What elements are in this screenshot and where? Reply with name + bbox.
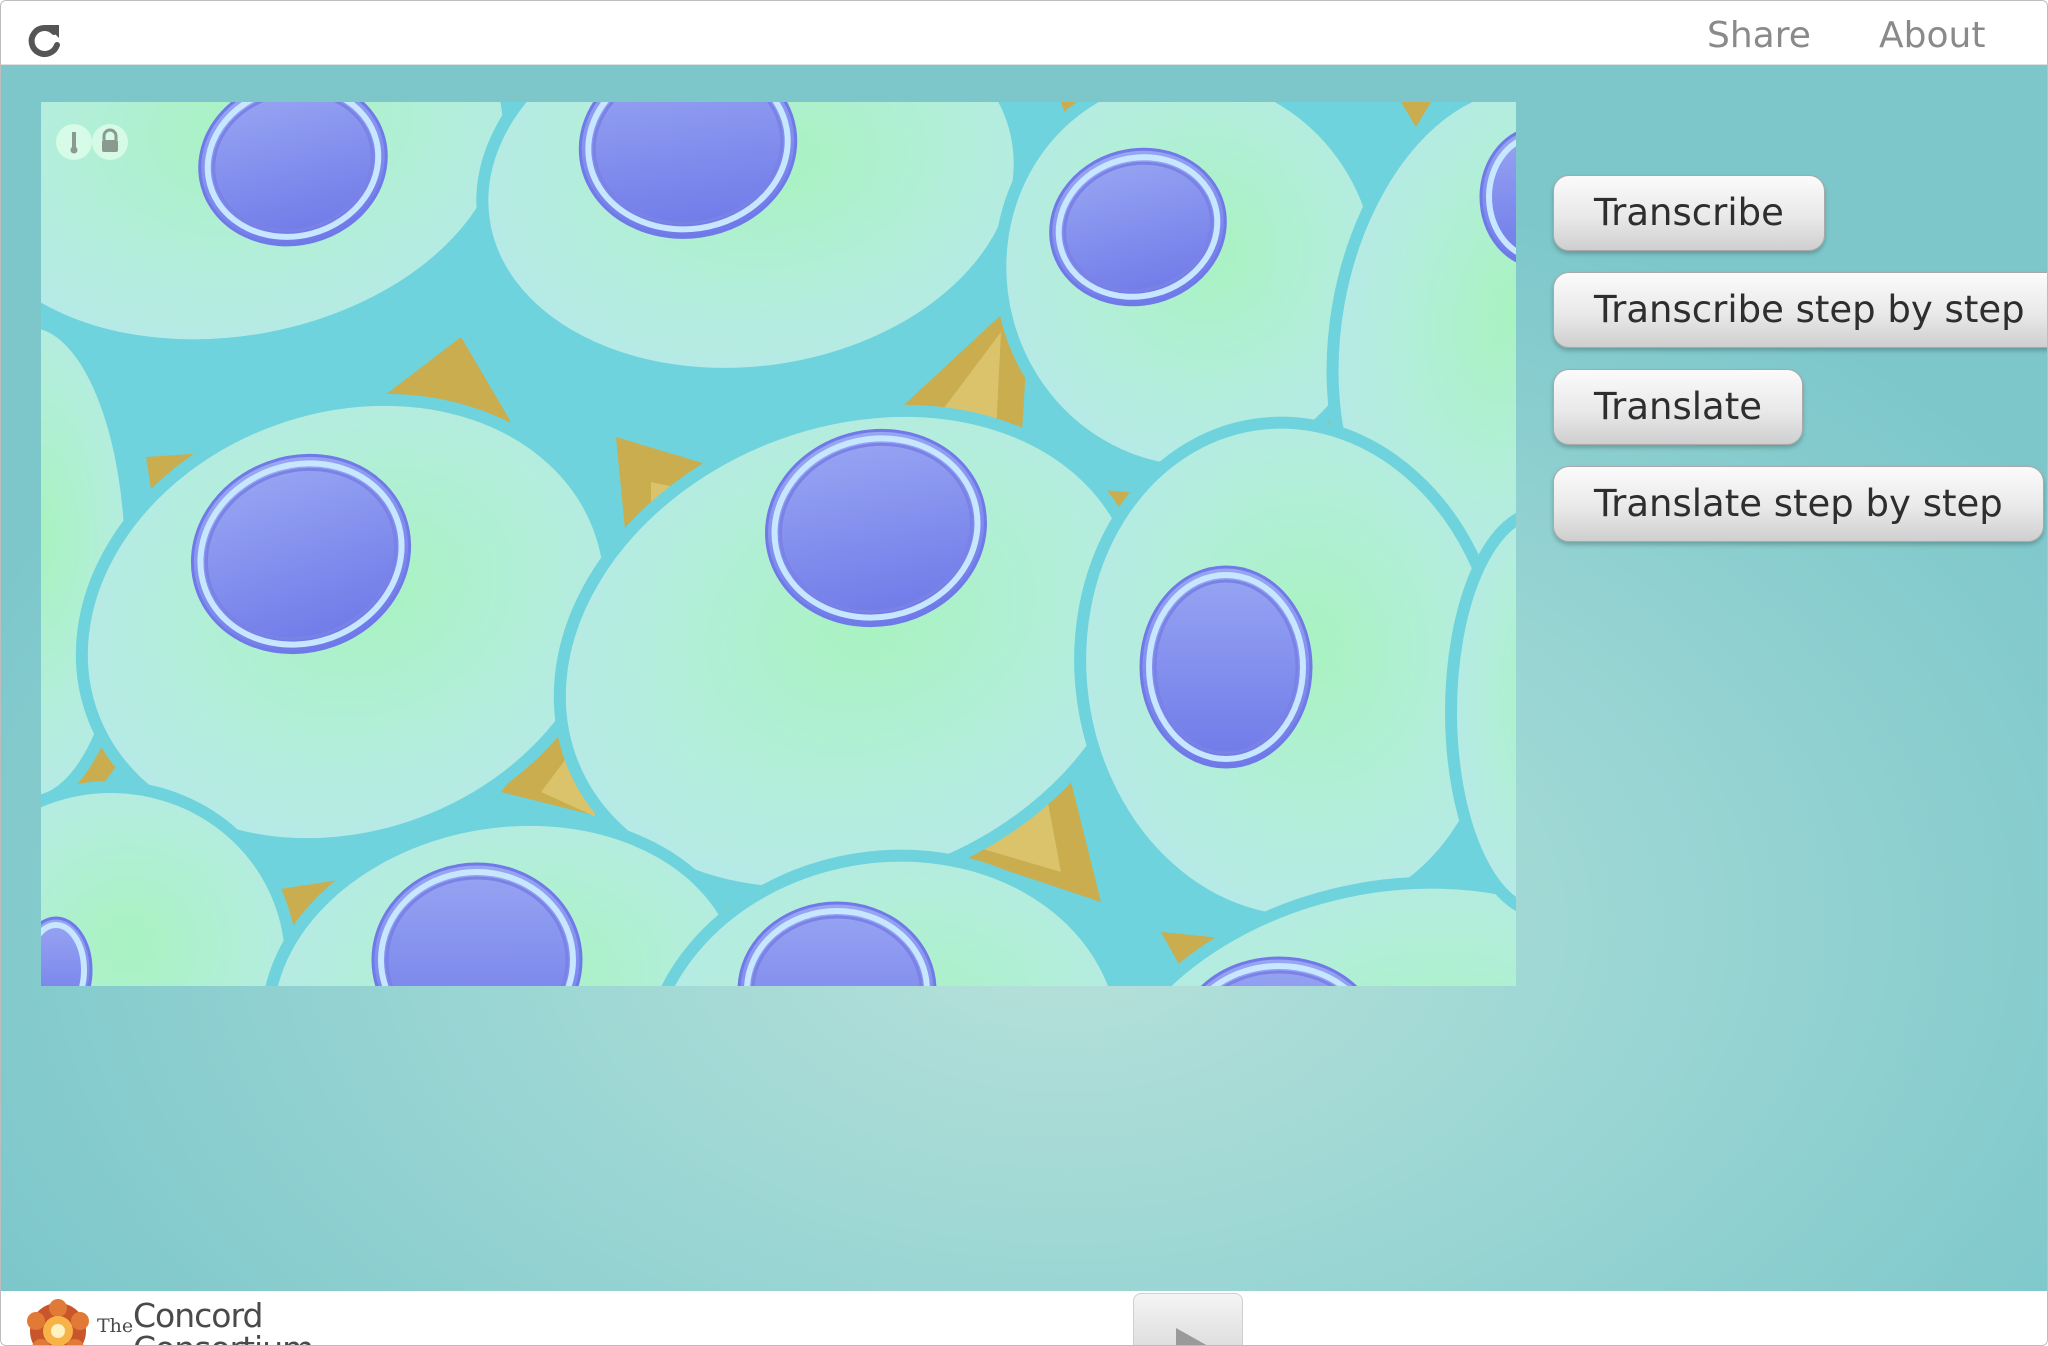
translate-step-button[interactable]: Translate step by step <box>1553 466 2044 542</box>
cell-tissue-illustration <box>41 102 1516 986</box>
cell-simulation-view[interactable] <box>41 102 1516 986</box>
simulation-stage: Transcribe Transcribe step by step Trans… <box>1 65 2047 1291</box>
transcribe-button[interactable]: Transcribe <box>1553 175 1825 251</box>
top-bar: Share About <box>1 1 2047 65</box>
share-link[interactable]: Share <box>1707 15 1811 56</box>
translate-button[interactable]: Translate <box>1553 369 1803 445</box>
transcribe-step-button[interactable]: Transcribe step by step <box>1553 272 2047 348</box>
lock-icon[interactable] <box>92 124 128 160</box>
logo-the-text: The <box>97 1315 134 1337</box>
concord-logo-icon <box>23 1296 93 1345</box>
about-link[interactable]: About <box>1879 15 1985 56</box>
refresh-icon[interactable] <box>21 19 67 65</box>
footer-bar: The Concord Consortium <box>1 1291 2047 1345</box>
logo-name-text: Concord Consortium <box>133 1296 314 1345</box>
play-button[interactable] <box>1133 1293 1243 1345</box>
app-window: Share About Transcribe Transcribe step b… <box>0 0 2048 1346</box>
thermometer-icon[interactable] <box>56 124 92 160</box>
play-icon <box>1176 1328 1207 1345</box>
